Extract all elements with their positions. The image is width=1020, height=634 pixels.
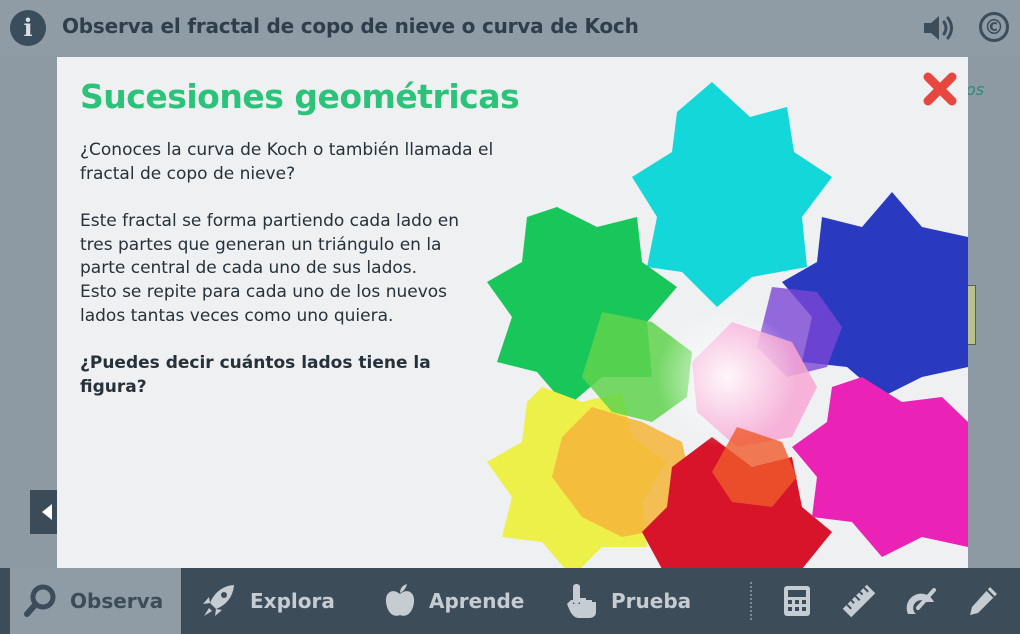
copyright-icon[interactable]: © xyxy=(979,12,1009,42)
previous-button[interactable] xyxy=(30,490,58,534)
tab-explora[interactable]: Explora xyxy=(200,568,335,634)
close-icon[interactable] xyxy=(920,69,960,109)
tab-label: Observa xyxy=(70,589,164,613)
pencil-icon[interactable] xyxy=(966,584,1000,618)
description-line: lados tantas veces como uno quiera. xyxy=(80,305,394,326)
hand-pointer-icon xyxy=(567,584,596,618)
top-header: i Observa el fractal de copo de nieve o … xyxy=(0,0,1020,56)
background-link-fragment: os xyxy=(966,80,985,99)
speaker-icon[interactable] xyxy=(920,12,958,44)
description-line: Esto se repite para cada uno de los nuev… xyxy=(80,281,448,302)
intro-paragraph: ¿Conoces la curva de Koch o también llam… xyxy=(80,140,494,184)
toolbar-divider xyxy=(750,582,752,620)
description-line: Este fractal se forma partiendo cada lad… xyxy=(80,211,460,232)
tab-label: Prueba xyxy=(611,589,692,613)
apple-icon xyxy=(385,584,415,616)
search-icon xyxy=(24,584,56,617)
calculator-icon[interactable] xyxy=(780,584,814,618)
rocket-icon xyxy=(203,585,234,616)
tab-label: Aprende xyxy=(429,589,525,613)
modal-title: Sucesiones geométricas xyxy=(80,77,520,116)
info-modal: Sucesiones geométricas ¿Conoces la curva… xyxy=(57,57,968,569)
tab-aprende[interactable]: Aprende xyxy=(383,568,524,634)
question-text: ¿Puedes decir cuántos lados tiene la fig… xyxy=(80,353,431,397)
tab-observa[interactable]: Observa xyxy=(10,568,181,634)
description-line: tres partes que generan un triángulo en … xyxy=(80,234,442,255)
description-line: parte central de cada uno de sus lados. xyxy=(80,258,418,279)
modal-body: ¿Conoces la curva de Koch o también llam… xyxy=(80,139,500,399)
bottom-toolbar: Observa Explora Aprende Prueba xyxy=(0,568,1020,634)
info-icon[interactable]: i xyxy=(10,10,46,46)
page-title: Observa el fractal de copo de nieve o cu… xyxy=(62,14,639,38)
koch-snowflake-image xyxy=(487,82,968,569)
protractor-icon[interactable] xyxy=(904,584,938,618)
arrow-left-icon xyxy=(42,504,52,520)
ruler-icon[interactable] xyxy=(842,584,876,618)
tab-prueba[interactable]: Prueba xyxy=(565,568,691,634)
tab-label: Explora xyxy=(250,589,335,613)
